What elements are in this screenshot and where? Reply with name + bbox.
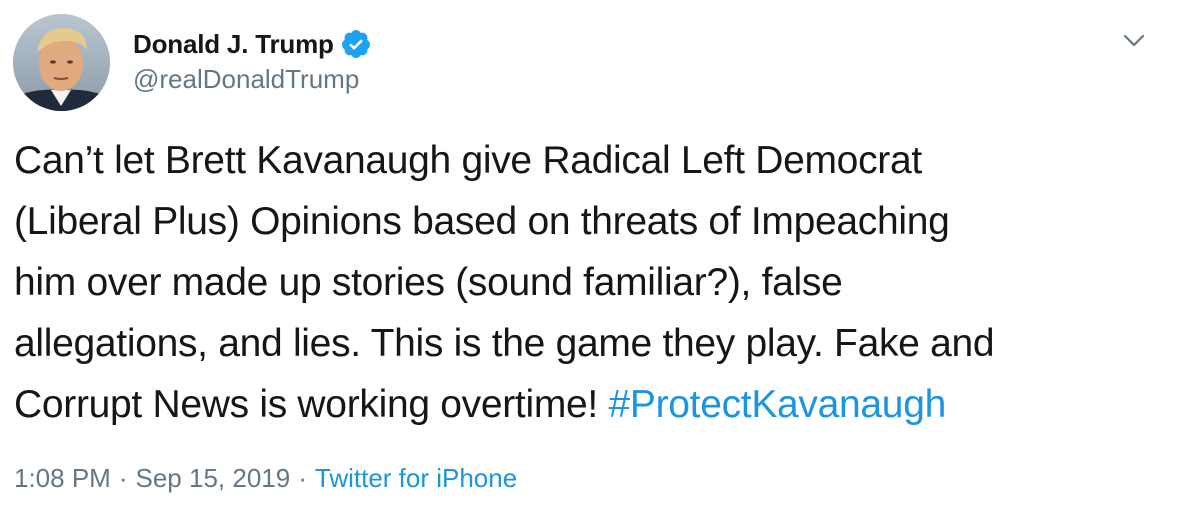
avatar[interactable] — [13, 14, 110, 111]
tweet-text-line: him over made up stories (sound familiar… — [14, 261, 843, 304]
author-name-row[interactable]: Donald J. Trump — [133, 27, 372, 61]
tweet-text: Can’t let Brett Kavanaugh give Radical L… — [14, 130, 1154, 435]
tweet-text-line: Corrupt News is working overtime! — [14, 383, 609, 426]
tweet-date[interactable]: Sep 15, 2019 — [136, 463, 291, 493]
hashtag-link[interactable]: #ProtectKavanaugh — [608, 383, 946, 426]
meta-separator: · — [298, 463, 307, 493]
author-display-name[interactable]: Donald J. Trump — [133, 29, 334, 60]
tweet-card: Donald J. Trump @realDonaldTrump Can’t l… — [0, 0, 1178, 524]
tweet-text-line: allegations, and lies. This is the game … — [14, 322, 995, 365]
meta-separator: · — [118, 463, 128, 493]
author-handle[interactable]: @realDonaldTrump — [133, 64, 359, 95]
tweet-text-line-last: Corrupt News is working overtime! #Prote… — [14, 374, 1154, 435]
avatar-image — [13, 14, 110, 111]
chevron-down-icon[interactable] — [1120, 26, 1148, 54]
tweet-source-link[interactable]: Twitter for iPhone — [315, 463, 517, 493]
tweet-text-line: (Liberal Plus) Opinions based on threats… — [14, 200, 950, 243]
tweet-text-line: Can’t let Brett Kavanaugh give Radical L… — [14, 139, 922, 182]
verified-badge-icon — [340, 28, 372, 60]
tweet-meta: 1:08 PM · Sep 15, 2019 · Twitter for iPhone — [14, 463, 517, 494]
tweet-time[interactable]: 1:08 PM — [14, 463, 111, 493]
